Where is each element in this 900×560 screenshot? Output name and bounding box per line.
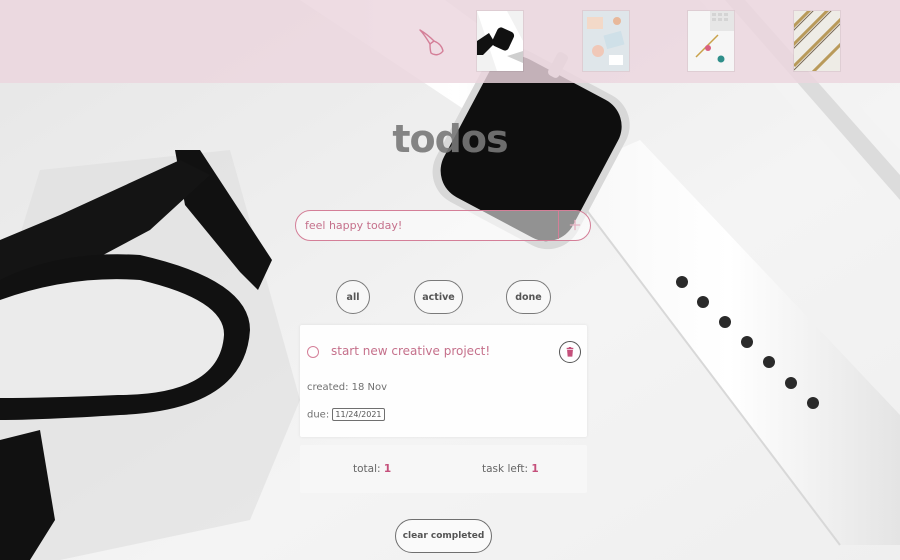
todo-created: created: 18 Nov	[307, 382, 387, 393]
created-date: 18 Nov	[351, 382, 388, 393]
add-todo-button[interactable]	[558, 211, 590, 239]
new-todo-input[interactable]	[296, 211, 558, 239]
trash-icon	[566, 347, 574, 357]
due-label: due:	[307, 409, 330, 421]
todo-app: todos all active done start new creative…	[0, 0, 900, 560]
todo-item: start new creative project! created: 18 …	[300, 325, 587, 437]
total-label: total:	[353, 463, 381, 475]
total-value: 1	[383, 463, 392, 475]
new-todo-form	[295, 210, 591, 241]
filter-done-button[interactable]: done	[506, 280, 551, 314]
stats-panel: total: 1 task left: 1	[300, 445, 587, 493]
due-date-field[interactable]: 11/24/2021	[332, 408, 385, 421]
filter-all-button[interactable]: all	[336, 280, 370, 314]
app-title: todos	[392, 117, 508, 161]
clear-completed-button[interactable]: clear completed	[395, 519, 492, 553]
created-label: created:	[307, 382, 349, 393]
plus-icon	[569, 219, 580, 231]
todo-due: due: 11/24/2021	[307, 408, 385, 421]
todo-checkbox[interactable]	[307, 346, 319, 358]
tasks-left-count: task left: 1	[482, 463, 539, 475]
total-count: total: 1	[353, 463, 391, 475]
filter-active-button[interactable]: active	[414, 280, 463, 314]
tasks-left-value: 1	[531, 463, 539, 475]
delete-todo-button[interactable]	[559, 341, 581, 363]
tasks-left-label: task left:	[482, 463, 528, 475]
todo-text[interactable]: start new creative project!	[331, 344, 490, 358]
